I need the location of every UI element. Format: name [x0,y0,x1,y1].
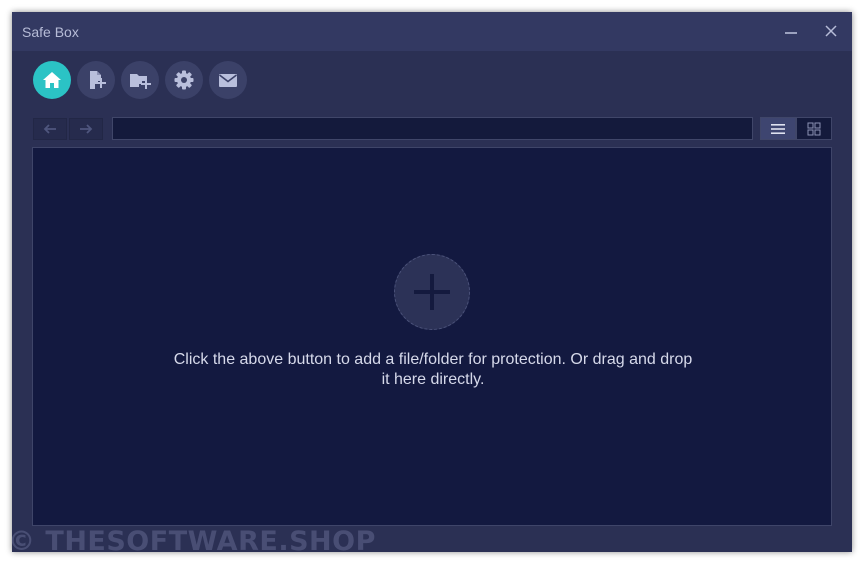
grid-view-icon [807,122,821,135]
grid-view-button[interactable] [796,117,832,140]
contact-button[interactable] [209,61,247,99]
close-button[interactable] [819,20,843,42]
list-view-button[interactable] [760,117,796,140]
back-button[interactable] [33,118,67,140]
safe-box-window: Safe Box Click the above button to add a… [12,12,852,552]
minimize-icon [785,32,797,34]
window-title: Safe Box [22,24,79,40]
forward-button[interactable] [69,118,103,140]
list-view-icon [771,123,785,134]
close-icon [825,25,837,37]
arrow-right-icon [80,124,93,134]
add-file-icon [90,71,106,89]
add-folder-icon [130,74,151,89]
add-folder-button[interactable] [121,61,159,99]
home-icon [43,72,61,88]
plus-icon [414,274,450,310]
mail-icon [219,74,237,87]
minimize-button[interactable] [779,20,803,42]
empty-state-hint: Click the above button to add a file/fol… [173,351,693,388]
path-input[interactable] [112,117,753,140]
arrow-left-icon [43,124,56,134]
settings-button[interactable] [165,61,203,99]
gear-icon [174,70,194,90]
add-file-button[interactable] [77,61,115,99]
file-drop-area[interactable]: Click the above button to add a file/fol… [32,147,832,526]
add-item-button[interactable] [394,254,470,330]
watermark-text: © THESOFTWARE.SHOP [8,526,376,557]
home-button[interactable] [33,61,71,99]
title-bar[interactable]: Safe Box [12,12,852,51]
